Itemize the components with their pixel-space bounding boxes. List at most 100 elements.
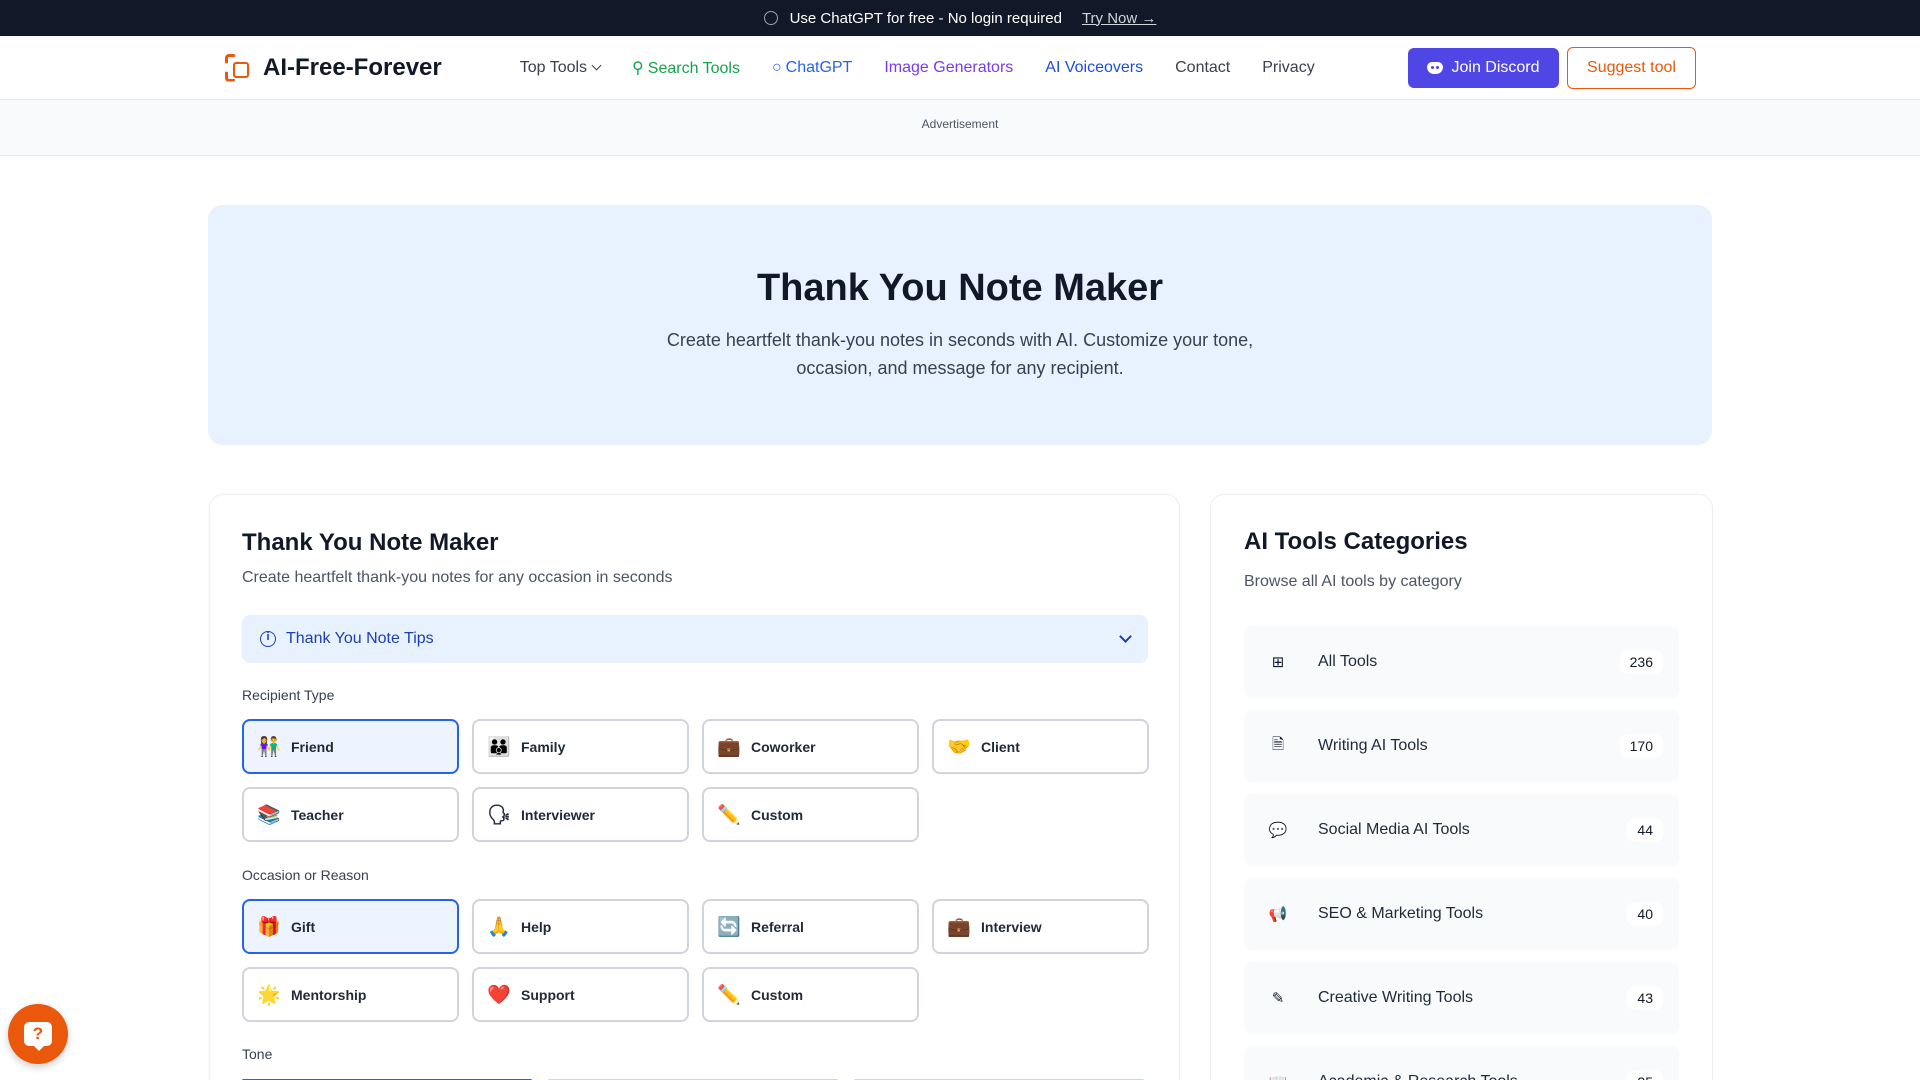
occasion-help-option[interactable]: 🙏 Help bbox=[472, 899, 689, 954]
option-label: Interviewer bbox=[521, 806, 595, 823]
chat-icon: ○ bbox=[771, 58, 782, 76]
promo-banner: Use ChatGPT for free - No login required… bbox=[0, 0, 1920, 36]
occasion-label: Occasion or Reason bbox=[242, 867, 369, 883]
recipient-custom-option[interactable]: ✏️ Custom bbox=[702, 787, 919, 842]
chat-bubble-icon: 💬 bbox=[1268, 821, 1288, 839]
occasion-mentorship-option[interactable]: 🌟 Mentorship bbox=[242, 967, 459, 1022]
help-emoji-icon: 🙏 bbox=[487, 916, 511, 938]
category-label: Writing AI Tools bbox=[1318, 737, 1428, 754]
nav-search-tools[interactable]: ⚲ Search Tools bbox=[632, 58, 740, 78]
referral-emoji-icon: 🔄 bbox=[717, 916, 741, 938]
category-item[interactable]: 📖 Academic & Research Tools 25 bbox=[1244, 1046, 1679, 1080]
category-label: All Tools bbox=[1318, 653, 1378, 670]
logo-icon bbox=[225, 54, 253, 82]
category-count-badge: 170 bbox=[1619, 734, 1663, 758]
occasion-custom-option[interactable]: ✏️ Custom bbox=[702, 967, 919, 1022]
page-subtitle: Create heartfelt thank-you notes in seco… bbox=[666, 330, 1254, 378]
custom-emoji-icon: ✏️ bbox=[717, 804, 741, 826]
category-item[interactable]: 💬 Social Media AI Tools 44 bbox=[1244, 794, 1679, 866]
option-label: Client bbox=[981, 738, 1020, 755]
occasion-support-option[interactable]: ❤️ Support bbox=[472, 967, 689, 1022]
recipient-friend-option[interactable]: 👫 Friend bbox=[242, 719, 459, 774]
join-discord-button[interactable]: Join Discord bbox=[1408, 48, 1559, 88]
logo-text: AI-Free-Forever bbox=[263, 53, 442, 81]
advertisement-label: Advertisement bbox=[921, 117, 999, 131]
category-label: Academic & Research Tools bbox=[1318, 1073, 1518, 1080]
tips-accordion[interactable]: Thank You Note Tips bbox=[242, 615, 1148, 663]
option-label: Mentorship bbox=[291, 986, 367, 1003]
page-title: Thank You Note Maker bbox=[756, 267, 1164, 309]
client-emoji-icon: 🤝 bbox=[947, 736, 971, 758]
tips-label: Thank You Note Tips bbox=[286, 630, 434, 647]
tool-card: Thank You Note Maker Create heartfelt th… bbox=[209, 494, 1180, 1080]
main-nav: AI-Free-Forever Top Tools ⚲ Search Tools … bbox=[0, 36, 1920, 100]
option-label: Help bbox=[521, 918, 552, 935]
tool-title: Thank You Note Maker bbox=[242, 529, 499, 556]
category-count-badge: 44 bbox=[1627, 818, 1663, 842]
chevron-down-icon bbox=[591, 60, 602, 70]
option-label: Gift bbox=[291, 918, 316, 935]
category-item[interactable]: 📢 SEO & Marketing Tools 40 bbox=[1244, 878, 1679, 950]
category-label: Creative Writing Tools bbox=[1318, 989, 1474, 1006]
discord-icon bbox=[1427, 62, 1444, 74]
recipient-interviewer-option[interactable]: 🗣 Interviewer bbox=[472, 787, 689, 842]
occasion-interview-option[interactable]: 💼 Interview bbox=[932, 899, 1149, 954]
option-label: Family bbox=[521, 738, 566, 755]
site-logo[interactable]: AI-Free-Forever bbox=[225, 54, 442, 82]
recipient-family-option[interactable]: 👪 Family bbox=[472, 719, 689, 774]
option-label: Coworker bbox=[751, 738, 816, 755]
category-label: SEO & Marketing Tools bbox=[1318, 905, 1484, 922]
recipient-client-option[interactable]: 🤝 Client bbox=[932, 719, 1149, 774]
nav-contact[interactable]: Contact bbox=[1175, 59, 1230, 77]
recipient-coworker-option[interactable]: 💼 Coworker bbox=[702, 719, 919, 774]
option-label: Friend bbox=[291, 738, 334, 755]
category-count-badge: 43 bbox=[1627, 986, 1663, 1010]
option-label: Support bbox=[521, 986, 575, 1003]
teacher-emoji-icon: 📚 bbox=[257, 804, 281, 826]
tone-label: Tone bbox=[242, 1046, 273, 1062]
recipient-teacher-option[interactable]: 📚 Teacher bbox=[242, 787, 459, 842]
help-chat-button[interactable]: ? bbox=[8, 1004, 68, 1064]
chevron-down-icon bbox=[1119, 629, 1132, 643]
sidebar-subtitle: Browse all AI tools by category bbox=[1244, 573, 1462, 590]
advertisement-slot: Advertisement bbox=[0, 100, 1920, 156]
custom-emoji-icon: ✏️ bbox=[717, 984, 741, 1006]
occasion-referral-option[interactable]: 🔄 Referral bbox=[702, 899, 919, 954]
interview-emoji-icon: 💼 bbox=[947, 916, 971, 938]
document-icon: 🗎 bbox=[1271, 734, 1285, 753]
nav-top-tools[interactable]: Top Tools bbox=[520, 59, 602, 77]
category-item[interactable]: 🗎 Writing AI Tools 170 bbox=[1244, 710, 1679, 782]
occasion-gift-option[interactable]: 🎁 Gift bbox=[242, 899, 459, 954]
nav-chatgpt[interactable]: ○ ChatGPT bbox=[772, 59, 852, 77]
nav-ai-voiceovers[interactable]: AI Voiceovers bbox=[1045, 59, 1143, 77]
category-label: Social Media AI Tools bbox=[1318, 821, 1470, 838]
category-item[interactable]: ⊞ All Tools 236 bbox=[1244, 626, 1679, 698]
interviewer-emoji-icon: 🗣 bbox=[487, 804, 512, 826]
promo-text: Use ChatGPT for free - No login required bbox=[789, 9, 1062, 27]
option-label: Interview bbox=[981, 918, 1042, 935]
try-now-link[interactable]: Try Now → bbox=[1082, 10, 1156, 27]
nav-image-generators[interactable]: Image Generators bbox=[884, 59, 1013, 77]
sidebar-title: AI Tools Categories bbox=[1244, 528, 1468, 555]
info-icon bbox=[260, 631, 276, 647]
support-emoji-icon: ❤️ bbox=[487, 984, 511, 1006]
option-label: Custom bbox=[751, 986, 804, 1003]
book-icon: 📖 bbox=[1260, 1064, 1296, 1080]
nav-links: Top Tools ⚲ Search Tools ○ ChatGPT Image G… bbox=[520, 58, 1315, 78]
category-item[interactable]: ✎ Creative Writing Tools 43 bbox=[1244, 962, 1679, 1034]
megaphone-icon: 📢 bbox=[1268, 905, 1288, 923]
pencil-icon: ✎ bbox=[1271, 989, 1285, 1007]
category-count-badge: 236 bbox=[1619, 650, 1663, 674]
tool-subtitle: Create heartfelt thank-you notes for any… bbox=[242, 569, 673, 586]
grid-icon: ⊞ bbox=[1271, 653, 1285, 671]
recipient-type-label: Recipient Type bbox=[242, 687, 335, 703]
family-emoji-icon: 👪 bbox=[487, 736, 511, 758]
option-label: Custom bbox=[751, 806, 804, 823]
question-icon: ? bbox=[24, 1022, 52, 1051]
categories-sidebar: AI Tools Categories Browse all AI tools … bbox=[1210, 494, 1713, 1080]
search-icon: ⚲ bbox=[632, 59, 644, 77]
nav-privacy[interactable]: Privacy bbox=[1262, 59, 1314, 77]
suggest-tool-button[interactable]: Suggest tool bbox=[1567, 47, 1696, 89]
coworker-emoji-icon: 💼 bbox=[717, 736, 741, 758]
gift-emoji-icon: 🎁 bbox=[257, 916, 281, 938]
